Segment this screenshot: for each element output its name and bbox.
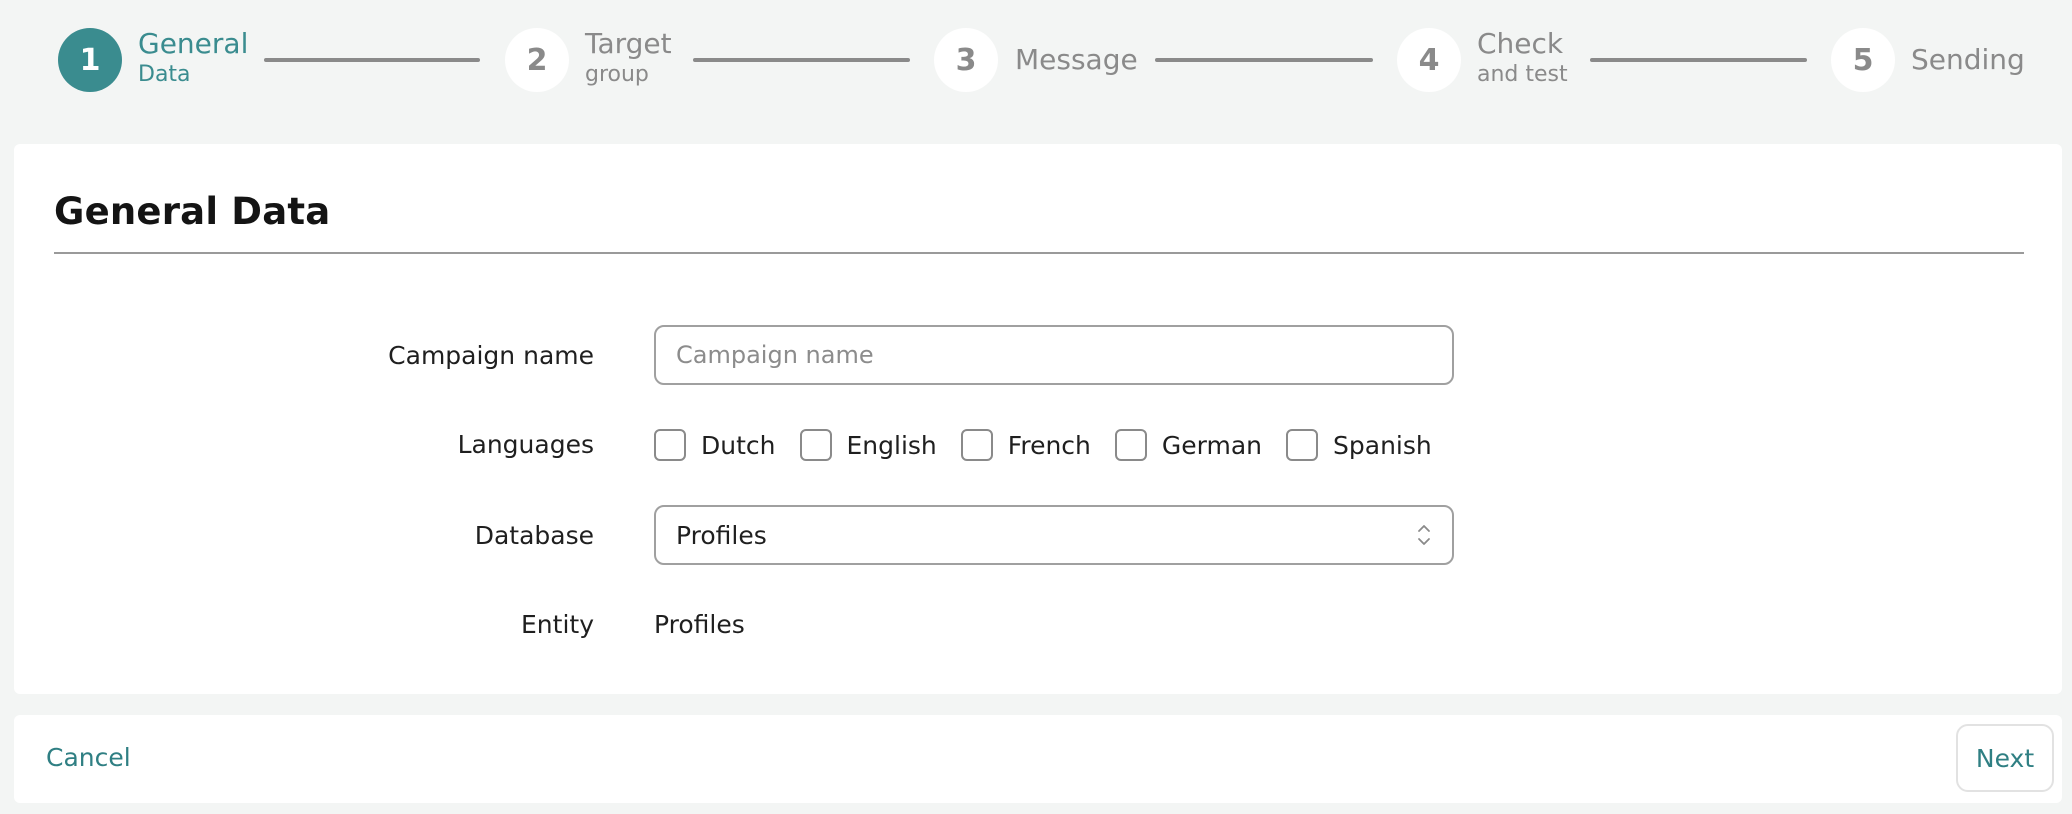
step-2-number[interactable]: 2 <box>505 28 569 92</box>
german-label: German <box>1161 430 1263 460</box>
french-label: French <box>1007 430 1091 460</box>
dutch-checkbox[interactable] <box>654 429 686 461</box>
step-4-number[interactable]: 4 <box>1397 28 1461 92</box>
step-1-title: General <box>138 27 249 60</box>
languages-checkbox-group: Dutch English French German Spanish <box>654 428 1456 462</box>
step-3-number[interactable]: 3 <box>934 28 998 92</box>
step-connector-2 <box>693 58 910 62</box>
step-3-title: Message <box>1015 43 1138 76</box>
campaign-name-input[interactable] <box>654 325 1454 385</box>
entity-label: Entity <box>521 610 594 639</box>
title-divider <box>54 252 2024 254</box>
language-option-spanish[interactable]: Spanish <box>1286 429 1432 461</box>
step-2-title: Target <box>585 27 672 60</box>
language-option-german[interactable]: German <box>1114 429 1263 461</box>
database-selected-value: Profiles <box>676 520 767 550</box>
page-title: General Data <box>54 190 331 233</box>
step-connector-3 <box>1155 58 1373 62</box>
database-select[interactable]: Profiles <box>654 505 1454 565</box>
german-checkbox[interactable] <box>1114 429 1147 461</box>
entity-value: Profiles <box>654 610 745 639</box>
step-4-label[interactable]: Check and test <box>1477 30 1568 86</box>
step-3-label[interactable]: Message <box>1015 30 1138 74</box>
english-checkbox[interactable] <box>799 429 832 461</box>
dutch-label: Dutch <box>701 430 776 460</box>
select-chevrons-icon <box>1416 521 1432 549</box>
step-4-subtitle: and test <box>1477 62 1568 87</box>
database-label: Database <box>474 521 594 550</box>
next-button[interactable]: Next <box>1956 724 2054 792</box>
campaign-name-label: Campaign name <box>388 341 594 370</box>
spanish-label: Spanish <box>1333 430 1432 460</box>
language-option-dutch[interactable]: Dutch <box>654 429 776 461</box>
step-5-number[interactable]: 5 <box>1831 28 1895 92</box>
step-2-subtitle: group <box>585 62 649 87</box>
languages-label: Languages <box>457 430 594 459</box>
spanish-checkbox[interactable] <box>1286 429 1319 461</box>
step-1-number[interactable]: 1 <box>58 28 122 92</box>
language-option-english[interactable]: English <box>799 429 937 461</box>
step-connector-4 <box>1590 58 1807 62</box>
cancel-button[interactable]: Cancel <box>46 743 131 772</box>
step-connector-1 <box>264 58 480 62</box>
language-option-french[interactable]: French <box>960 429 1091 461</box>
general-data-card: General Data Campaign name Languages Dut… <box>14 144 2062 694</box>
french-checkbox[interactable] <box>960 429 993 461</box>
step-2-label[interactable]: Target group <box>585 30 672 86</box>
step-5-label[interactable]: Sending <box>1911 30 2025 74</box>
wizard-stepper: 1 General Data 2 Target group 3 Message … <box>0 0 2072 120</box>
step-4-title: Check <box>1477 27 1564 60</box>
step-5-title: Sending <box>1911 43 2025 76</box>
english-label: English <box>846 430 937 460</box>
step-1-label[interactable]: General Data <box>138 30 248 86</box>
step-1-subtitle: Data <box>138 62 191 87</box>
wizard-footer: Cancel Next <box>14 715 2062 803</box>
